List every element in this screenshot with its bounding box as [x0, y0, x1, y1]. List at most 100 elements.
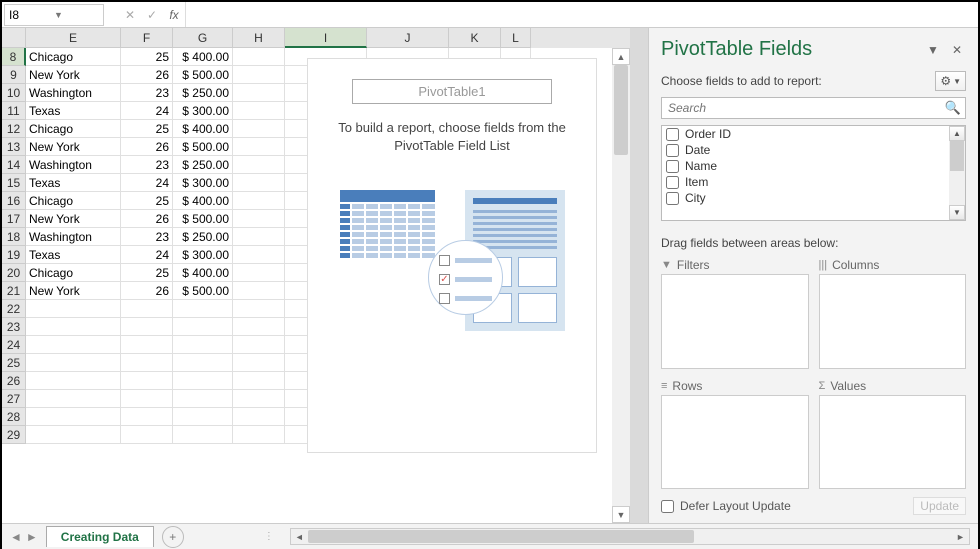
cell[interactable]: [233, 192, 285, 210]
cell[interactable]: [173, 336, 233, 354]
cell[interactable]: [233, 48, 285, 66]
row-header[interactable]: 27: [2, 390, 26, 408]
cell[interactable]: 26: [121, 66, 173, 84]
cell[interactable]: $ 500.00: [173, 210, 233, 228]
cell[interactable]: [26, 354, 121, 372]
row-header[interactable]: 16: [2, 192, 26, 210]
cell[interactable]: [121, 300, 173, 318]
name-box[interactable]: I8 ▼: [4, 4, 104, 26]
field-scroll-thumb[interactable]: [950, 141, 964, 171]
column-header[interactable]: G: [173, 28, 233, 48]
cell[interactable]: 23: [121, 84, 173, 102]
cell[interactable]: $ 500.00: [173, 66, 233, 84]
cell[interactable]: New York: [26, 138, 121, 156]
cell[interactable]: $ 250.00: [173, 156, 233, 174]
row-header[interactable]: 22: [2, 300, 26, 318]
pivottable-placeholder[interactable]: PivotTable1 To build a report, choose fi…: [307, 58, 597, 453]
row-header[interactable]: 21: [2, 282, 26, 300]
layout-options-button[interactable]: ⚙ ▼: [935, 71, 966, 91]
cell[interactable]: Chicago: [26, 120, 121, 138]
cell[interactable]: $ 500.00: [173, 138, 233, 156]
cell[interactable]: [121, 390, 173, 408]
cell[interactable]: [26, 426, 121, 444]
cell[interactable]: 25: [121, 120, 173, 138]
filters-drop-zone[interactable]: ▼Filters: [661, 258, 809, 369]
cell[interactable]: New York: [26, 282, 121, 300]
cell[interactable]: [233, 336, 285, 354]
cell[interactable]: [233, 102, 285, 120]
row-header[interactable]: 12: [2, 120, 26, 138]
cell[interactable]: [233, 120, 285, 138]
cell[interactable]: Texas: [26, 102, 121, 120]
panel-splitter[interactable]: [630, 28, 648, 523]
cell[interactable]: [26, 318, 121, 336]
panel-options-icon[interactable]: ▼: [924, 43, 942, 57]
cell[interactable]: [121, 354, 173, 372]
row-header[interactable]: 10: [2, 84, 26, 102]
cell[interactable]: [233, 66, 285, 84]
row-header[interactable]: 18: [2, 228, 26, 246]
cell[interactable]: [233, 84, 285, 102]
row-header[interactable]: 19: [2, 246, 26, 264]
field-checkbox[interactable]: [666, 192, 679, 205]
cell[interactable]: [233, 174, 285, 192]
row-header[interactable]: 15: [2, 174, 26, 192]
row-header[interactable]: 28: [2, 408, 26, 426]
cell[interactable]: [233, 318, 285, 336]
column-header[interactable]: I: [285, 28, 367, 48]
cell[interactable]: [26, 336, 121, 354]
cell[interactable]: $ 300.00: [173, 174, 233, 192]
cell[interactable]: $ 250.00: [173, 228, 233, 246]
cell[interactable]: $ 400.00: [173, 48, 233, 66]
rows-drop-zone[interactable]: ≡Rows: [661, 379, 809, 490]
cell[interactable]: 26: [121, 282, 173, 300]
row-header[interactable]: 20: [2, 264, 26, 282]
vertical-scrollbar[interactable]: ▲ ▼: [612, 48, 630, 523]
row-header[interactable]: 13: [2, 138, 26, 156]
add-sheet-button[interactable]: +: [162, 526, 184, 548]
cell[interactable]: 24: [121, 102, 173, 120]
cell[interactable]: Washington: [26, 84, 121, 102]
field-item[interactable]: Name: [662, 158, 965, 174]
cell[interactable]: [233, 390, 285, 408]
row-header[interactable]: 8: [2, 48, 26, 66]
cell[interactable]: 26: [121, 138, 173, 156]
cell[interactable]: $ 400.00: [173, 264, 233, 282]
cell[interactable]: [26, 300, 121, 318]
row-header[interactable]: 26: [2, 372, 26, 390]
name-box-dropdown-icon[interactable]: ▼: [54, 10, 99, 20]
row-header[interactable]: 23: [2, 318, 26, 336]
cell[interactable]: [233, 210, 285, 228]
cell[interactable]: 24: [121, 174, 173, 192]
cell[interactable]: 24: [121, 246, 173, 264]
scroll-up-icon[interactable]: ▲: [612, 48, 630, 65]
cell[interactable]: 25: [121, 192, 173, 210]
panel-close-icon[interactable]: ✕: [948, 43, 966, 57]
field-scroll-up-icon[interactable]: ▲: [949, 126, 965, 141]
field-checkbox[interactable]: [666, 144, 679, 157]
cell[interactable]: [121, 336, 173, 354]
column-header[interactable]: J: [367, 28, 449, 48]
cell[interactable]: [233, 426, 285, 444]
tab-split-handle[interactable]: ⋮: [264, 531, 274, 542]
cell[interactable]: $ 400.00: [173, 192, 233, 210]
tab-nav-prev-icon[interactable]: ◄: [10, 530, 22, 544]
cell[interactable]: [173, 426, 233, 444]
cell[interactable]: [121, 426, 173, 444]
cell[interactable]: [233, 264, 285, 282]
cell[interactable]: 25: [121, 48, 173, 66]
row-header[interactable]: 14: [2, 156, 26, 174]
cell[interactable]: New York: [26, 66, 121, 84]
scroll-down-icon[interactable]: ▼: [612, 506, 630, 523]
field-item[interactable]: City: [662, 190, 965, 206]
field-checkbox[interactable]: [666, 176, 679, 189]
column-header[interactable]: H: [233, 28, 285, 48]
field-checkbox[interactable]: [666, 128, 679, 141]
select-all-corner[interactable]: [2, 28, 26, 48]
cell[interactable]: [26, 390, 121, 408]
cell[interactable]: $ 250.00: [173, 84, 233, 102]
cell[interactable]: New York: [26, 210, 121, 228]
column-header[interactable]: E: [26, 28, 121, 48]
row-header[interactable]: 11: [2, 102, 26, 120]
cell[interactable]: $ 500.00: [173, 282, 233, 300]
